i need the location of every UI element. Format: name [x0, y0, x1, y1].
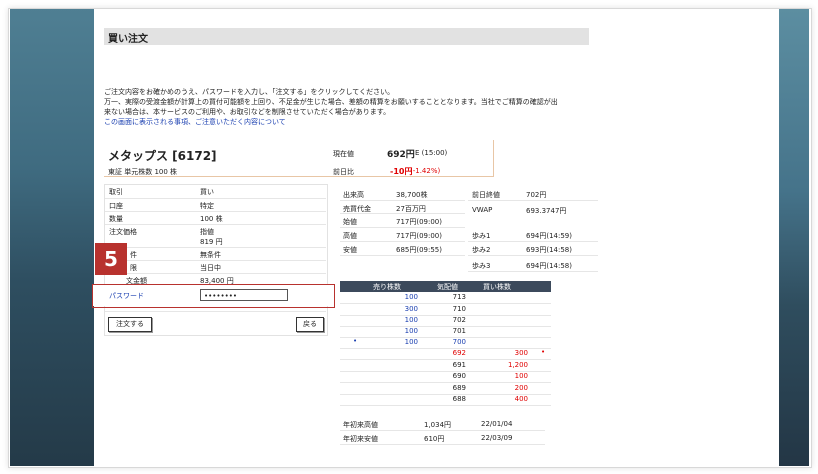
- quote-value-tick3: 694円(14:58): [526, 262, 572, 270]
- quote-label-low: 安値: [343, 246, 357, 254]
- quote-label-volume: 出来高: [343, 191, 364, 199]
- password-highlight: [92, 284, 335, 308]
- quote-label-tick3: 歩み3: [472, 262, 491, 270]
- market-line: 東証 単元株数 100 株: [108, 168, 178, 176]
- order-book-header: 売り株数 気配値 買い株数: [340, 281, 551, 292]
- yearly-high-value: 1,034円: [424, 421, 452, 429]
- book-buy-6: 1,200: [507, 361, 528, 369]
- header-price: 気配値: [437, 283, 458, 291]
- order-label-price: 注文価格: [109, 228, 137, 236]
- order-value-term: 当日中: [200, 264, 221, 272]
- quote-value-prev-close: 702円: [526, 191, 547, 199]
- quote-value-low: 685円(09:55): [396, 246, 442, 254]
- book-sell-4: 100: [404, 338, 418, 346]
- message-line-3: 来ない場合は、本サービスのご利用や、お取引などを制限させていただく場合があります…: [104, 108, 391, 116]
- quote-label-tick1: 歩み1: [472, 232, 491, 240]
- yearly-low-value: 610円: [424, 435, 445, 443]
- book-buy-8: 200: [514, 384, 528, 392]
- notice-link[interactable]: この画面に表示される事項、ご注意いただく内容について: [104, 117, 614, 127]
- background-mountain-right: [779, 8, 809, 466]
- book-buy-7: 100: [514, 372, 528, 380]
- book-price-2: 702: [452, 316, 466, 324]
- order-value-account: 特定: [200, 202, 214, 210]
- book-price-4: 700: [452, 338, 466, 346]
- book-buy-9: 400: [514, 395, 528, 403]
- quote-label-high: 高値: [343, 232, 357, 240]
- message-line-1: ご注文内容をお確かめのうえ、パスワードを入力し、「注文する」をクリックしてくださ…: [104, 88, 395, 96]
- stock-name: メタップス [6172]: [108, 149, 217, 163]
- price-value: 692円: [387, 150, 415, 160]
- book-buy-marker: •: [541, 348, 546, 356]
- book-sell-3: 100: [404, 327, 418, 335]
- book-sell-1: 300: [404, 305, 418, 313]
- book-price-8: 689: [452, 384, 466, 392]
- quote-value-high: 717円(09:00): [396, 232, 442, 240]
- quote-value-vwap: 693.3747円: [526, 207, 567, 215]
- order-label-account: 口座: [109, 202, 123, 210]
- order-value-quantity: 100 株: [200, 215, 223, 223]
- page-title: 買い注文: [108, 34, 148, 45]
- book-price-7: 690: [452, 372, 466, 380]
- price-label: 現在値: [333, 150, 354, 158]
- step-badge: 5: [95, 243, 127, 275]
- yearly-high-label: 年初来高値: [343, 421, 378, 429]
- book-price-9: 688: [452, 395, 466, 403]
- back-button[interactable]: 戻る: [296, 317, 324, 332]
- book-price-1: 710: [452, 305, 466, 313]
- quote-label-vwap: VWAP: [472, 206, 493, 214]
- book-buy-5: 300: [514, 349, 528, 357]
- title-bar: [104, 28, 589, 45]
- order-label-condition: 件: [130, 251, 137, 259]
- order-value-price: 819 円: [200, 238, 223, 246]
- quote-value-open: 717円(09:00): [396, 218, 442, 226]
- change-pct: (-1.42%): [410, 167, 441, 175]
- order-label-quantity: 数量: [109, 215, 123, 223]
- quote-label-open: 始値: [343, 218, 357, 226]
- submit-order-button[interactable]: 注文する: [108, 317, 152, 332]
- book-price-3: 701: [452, 327, 466, 335]
- quote-label-prev-close: 前日終値: [472, 191, 500, 199]
- order-label-trade: 取引: [109, 188, 123, 196]
- price-time: E (15:00): [415, 149, 448, 157]
- message-line-2: 万一、実際の受渡金額が計算上の買付可能額を上回り、不足金が生じた場合、差額の精算…: [104, 98, 558, 106]
- header-sell-qty: 売り株数: [373, 283, 401, 291]
- book-price-5: 692: [452, 349, 466, 357]
- yearly-low-date: 22/03/09: [481, 434, 513, 442]
- order-value-price-type: 指値: [200, 228, 214, 236]
- background-mountain-left: [10, 8, 94, 466]
- yearly-high-date: 22/01/04: [481, 420, 513, 428]
- change-label: 前日比: [333, 168, 354, 176]
- book-sell-0: 100: [404, 293, 418, 301]
- yearly-low-label: 年初来安値: [343, 435, 378, 443]
- book-sell-2: 100: [404, 316, 418, 324]
- book-price-0: 713: [452, 293, 466, 301]
- quote-value-tick1: 694円(14:59): [526, 232, 572, 240]
- quote-label-tick2: 歩み2: [472, 246, 491, 254]
- order-value-condition: 無条件: [200, 251, 221, 259]
- book-sell-marker: •: [353, 337, 358, 345]
- quote-value-volume: 38,700株: [396, 191, 428, 199]
- quote-value-tick2: 693円(14:58): [526, 246, 572, 254]
- order-value-trade: 買い: [200, 188, 214, 196]
- header-buy-qty: 買い株数: [483, 283, 511, 291]
- order-label-term: 限: [130, 264, 137, 272]
- book-price-6: 691: [452, 361, 466, 369]
